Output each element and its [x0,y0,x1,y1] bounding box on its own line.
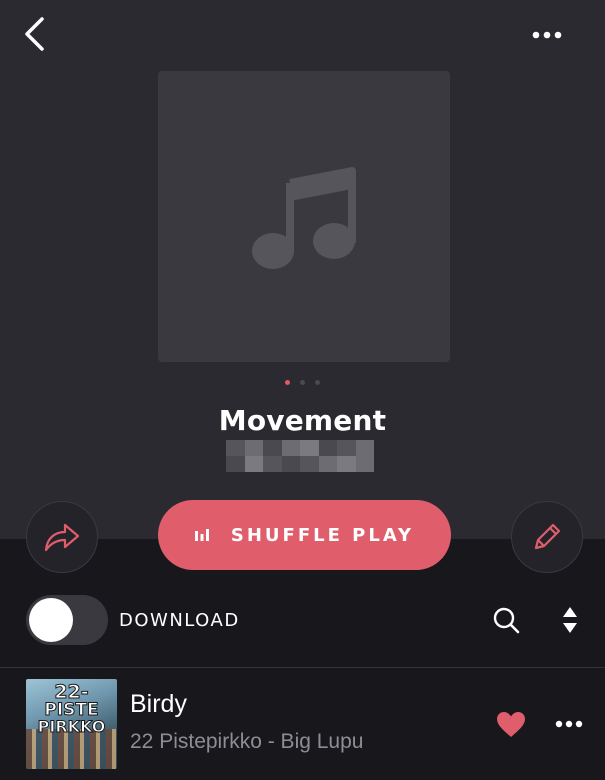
pager-dot[interactable] [315,380,320,385]
track-more-button[interactable] [551,708,587,740]
track-row[interactable]: 22- PISTE PIRKKO Birdy 22 Pistepirkko - … [0,668,605,780]
shuffle-play-button[interactable]: SHUFFLE PLAY [158,500,451,570]
playlist-title: Movement [218,404,387,437]
shuffle-play-label: SHUFFLE PLAY [230,524,415,546]
download-toggle[interactable] [26,595,108,645]
edit-playlist-button[interactable] [511,501,583,573]
track-artist-album: 22 Pistepirkko - Big Lupu [130,730,364,753]
track-album-art: 22- PISTE PIRKKO [26,679,117,769]
playlist-artwork [158,71,450,362]
album-art-text: PIRKKO [37,717,106,736]
music-note-icon [252,166,356,269]
pager-dot[interactable] [300,380,305,385]
more-options-button[interactable] [523,18,571,52]
track-title: Birdy [130,690,187,718]
artwork-pager [0,380,605,386]
more-horizontal-icon [555,720,583,728]
heart-icon [497,711,525,737]
pencil-icon [534,523,561,550]
owner-name-redacted [226,440,374,472]
pager-dot-active[interactable] [285,380,290,385]
more-horizontal-icon [532,31,562,39]
download-label: DOWNLOAD [119,610,240,631]
share-arrow-icon [44,523,80,552]
share-button[interactable] [26,501,98,573]
like-button[interactable] [494,708,528,740]
back-button[interactable] [14,14,54,54]
equalizer-bars-icon [194,529,209,541]
sort-updown-icon [563,607,577,633]
chevron-left-icon [25,17,44,51]
sort-button[interactable] [554,600,586,640]
toggle-knob [29,598,73,642]
search-icon [493,607,520,634]
search-button[interactable] [486,600,526,640]
